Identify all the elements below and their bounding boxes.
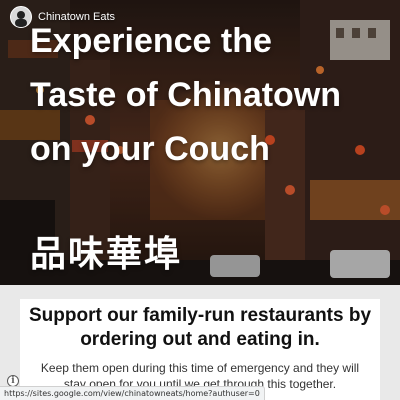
avatar-icon[interactable]: [10, 6, 32, 28]
content-card: Support our family-run restaurants by or…: [20, 299, 380, 400]
hero-banner: Chinatown Eats Experience the Taste of C…: [0, 0, 400, 285]
page: Chinatown Eats Experience the Taste of C…: [0, 0, 400, 400]
hero-subtitle: 品味華埠: [30, 234, 183, 275]
support-headline: Support our family-run restaurants by or…: [28, 305, 372, 350]
content-section: Support our family-run restaurants by or…: [0, 285, 400, 400]
status-bar-url: https://sites.google.com/view/chinatowne…: [0, 386, 265, 400]
hero-title: Experience the Taste of Chinatown on you…: [30, 22, 342, 168]
